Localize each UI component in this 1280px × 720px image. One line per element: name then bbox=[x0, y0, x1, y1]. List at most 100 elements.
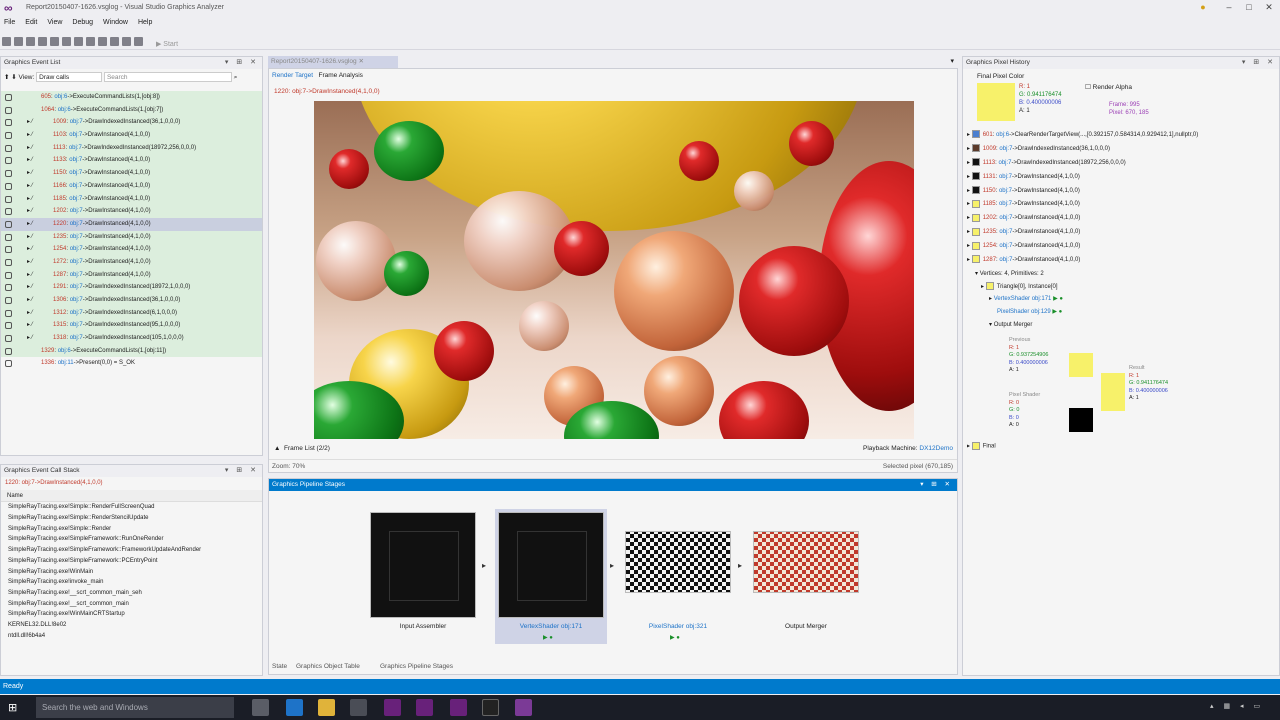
pixel-history-event[interactable]: ▸ 1009: obj:7->DrawIndexedInstanced(36,1… bbox=[967, 143, 1277, 157]
visual-studio-icon[interactable] bbox=[384, 699, 401, 716]
object-link[interactable]: obj:7 bbox=[999, 243, 1012, 249]
expand-icon[interactable]: ▸ ⁄ bbox=[27, 332, 33, 345]
pixel-history-event[interactable]: ▸ 1202: obj:7->DrawInstanced(4,1,0,0) bbox=[967, 212, 1277, 226]
call-stack-frame[interactable]: KERNEL32.DLL!8e02 bbox=[1, 620, 262, 631]
menu-debug[interactable]: Debug bbox=[68, 17, 99, 26]
tab-graphics-object-table[interactable]: Graphics Object Table bbox=[296, 663, 360, 670]
event-row[interactable]: ▸ ⁄ 1306: obj:7->DrawIndexedInstanced(36,… bbox=[1, 294, 262, 307]
tool-icon[interactable] bbox=[14, 37, 23, 46]
event-row[interactable]: ▸ ⁄ 1150: obj:7->DrawInstanced(4,1,0,0) bbox=[1, 167, 262, 180]
object-link[interactable]: obj:7 bbox=[69, 183, 82, 189]
object-link[interactable]: obj:7 bbox=[999, 174, 1012, 180]
tool-icon[interactable] bbox=[86, 37, 95, 46]
expand-icon[interactable]: ▸ ⁄ bbox=[27, 218, 33, 231]
event-row[interactable]: 605: obj:6->ExecuteCommandLists(1,[obj:8… bbox=[1, 91, 262, 104]
event-row[interactable]: ▸ ⁄ 1235: obj:7->DrawInstanced(4,1,0,0) bbox=[1, 230, 262, 244]
call-stack-frame[interactable]: SimpleRayTracing.exe!SimpleFramework::PC… bbox=[1, 556, 262, 567]
redo-icon[interactable] bbox=[134, 37, 143, 46]
undo-icon[interactable] bbox=[122, 37, 131, 46]
object-link[interactable]: obj:6 bbox=[58, 348, 71, 354]
frame-list-toggle[interactable]: ▲ Frame List (2/2) bbox=[274, 445, 330, 452]
object-link[interactable]: obj:7 bbox=[70, 297, 83, 303]
output-merger-row[interactable]: ▾ Output Merger bbox=[967, 319, 1277, 332]
final-row[interactable]: ▸ Final bbox=[967, 442, 996, 450]
tool-icon[interactable] bbox=[38, 37, 47, 46]
object-link[interactable]: obj:7 bbox=[999, 188, 1012, 194]
call-stack-frame[interactable]: SimpleRayTracing.exe!WinMain bbox=[1, 567, 262, 578]
system-tray-icons[interactable]: ▴ ▦ ◂ ▭ bbox=[1210, 702, 1270, 712]
event-row[interactable]: ▸ ⁄ 1220: obj:7->DrawInstanced(4,1,0,0) bbox=[1, 217, 262, 231]
event-row[interactable]: ▸ ⁄ 1254: obj:7->DrawInstanced(4,1,0,0) bbox=[1, 243, 262, 256]
event-row[interactable]: ▸ ⁄ 1133: obj:7->DrawInstanced(4,1,0,0) bbox=[1, 154, 262, 168]
pixel-history-event[interactable]: ▸ 1131: obj:7->DrawInstanced(4,1,0,0) bbox=[967, 171, 1277, 185]
menu-view[interactable]: View bbox=[43, 17, 68, 26]
event-row[interactable]: ▸ ⁄ 1185: obj:7->DrawInstanced(4,1,0,0) bbox=[1, 192, 262, 206]
windows-start-icon[interactable]: ⊞ bbox=[8, 701, 17, 714]
event-row[interactable]: 1064: obj:6->ExecuteCommandLists(1,[obj:… bbox=[1, 103, 262, 117]
render-alpha-checkbox[interactable]: ☐ Render Alpha bbox=[1085, 83, 1132, 91]
object-link[interactable]: obj:6 bbox=[996, 132, 1009, 138]
event-row[interactable]: ▸ ⁄ 1009: obj:7->DrawIndexedInstanced(36,… bbox=[1, 116, 262, 130]
object-link[interactable]: obj:7 bbox=[69, 170, 82, 176]
object-link[interactable]: obj:7 bbox=[70, 246, 83, 252]
event-row[interactable]: ▸ ⁄ 1103: obj:7->DrawInstanced(4,1,0,0) bbox=[1, 129, 262, 142]
object-link[interactable]: obj:7 bbox=[70, 310, 83, 316]
call-stack-frame[interactable]: SimpleRayTracing.exe!WinMainCRTStartup bbox=[1, 609, 262, 620]
play-icon[interactable]: ▶ ● bbox=[1053, 296, 1063, 302]
expand-icon[interactable]: ▸ ⁄ bbox=[27, 243, 33, 256]
stage-pixel-shader[interactable]: PixelShader obj:321 ▶ ● bbox=[622, 509, 734, 644]
tab-state[interactable]: State bbox=[272, 663, 287, 670]
tab-frame-analysis[interactable]: Frame Analysis bbox=[319, 72, 363, 79]
expand-icon[interactable]: ▸ ⁄ bbox=[27, 269, 33, 282]
tool-icon[interactable] bbox=[26, 37, 35, 46]
expand-icon[interactable]: ▸ ⁄ bbox=[27, 281, 33, 294]
expand-icon[interactable]: ▸ ⁄ bbox=[27, 154, 33, 167]
play-icon[interactable]: ▶ ● bbox=[543, 634, 553, 641]
object-link[interactable]: obj:7 bbox=[999, 257, 1012, 263]
tool-icon[interactable] bbox=[110, 37, 119, 46]
expand-icon[interactable]: ▸ ⁄ bbox=[27, 256, 33, 269]
view-dropdown[interactable]: Draw calls bbox=[36, 72, 103, 82]
expand-icon[interactable]: ▸ ⁄ bbox=[27, 129, 33, 142]
triangle-row[interactable]: ▸ Triangle[0], Instance[0] bbox=[967, 281, 1277, 294]
object-link[interactable]: obj:7 bbox=[70, 119, 83, 125]
call-stack-frame[interactable]: SimpleRayTracing.exe!SimpleFramework::Fr… bbox=[1, 545, 262, 556]
pin-icon[interactable]: ▾ ⊞ ✕ bbox=[225, 465, 259, 477]
vertex-shader-row[interactable]: ▸ VertexShader obj:171 ▶ ● bbox=[967, 293, 1277, 306]
stage-output-merger[interactable]: Output Merger bbox=[750, 509, 862, 644]
object-link[interactable]: obj:7 bbox=[70, 259, 83, 265]
expand-icon[interactable]: ▸ ⁄ bbox=[27, 167, 33, 180]
tab-render-target[interactable]: Render Target bbox=[272, 72, 313, 79]
call-stack-frame[interactable]: SimpleRayTracing.exe!Simple::Render bbox=[1, 524, 262, 535]
call-stack-frame[interactable]: ntdll.dll!6b4a4 bbox=[1, 631, 262, 642]
object-link[interactable]: obj:7 bbox=[999, 160, 1012, 166]
expand-icon[interactable]: ▸ ⁄ bbox=[27, 307, 33, 320]
tool-icon[interactable] bbox=[62, 37, 71, 46]
visual-studio-icon[interactable] bbox=[515, 699, 532, 716]
object-link[interactable]: obj:7 bbox=[70, 221, 83, 227]
visual-studio-icon[interactable] bbox=[416, 699, 433, 716]
pixel-history-event[interactable]: ▸ 601: obj:6->ClearRenderTargetView(...,… bbox=[967, 129, 1277, 143]
vertex-shader-link[interactable]: VertexShader obj:171 bbox=[994, 296, 1052, 302]
pixel-history-event[interactable]: ▸ 1235: obj:7->DrawInstanced(4,1,0,0) bbox=[967, 226, 1277, 240]
store-icon[interactable] bbox=[350, 699, 367, 716]
menu-file[interactable]: File bbox=[0, 17, 21, 26]
file-explorer-icon[interactable] bbox=[318, 699, 335, 716]
play-icon[interactable]: ▶ ● bbox=[670, 634, 680, 641]
object-link[interactable]: obj:7 bbox=[999, 201, 1012, 207]
close-button[interactable]: ✕ bbox=[1262, 2, 1276, 14]
stage-vertex-shader[interactable]: VertexShader obj:171 ▶ ● bbox=[495, 509, 607, 644]
call-stack-frame[interactable]: SimpleRayTracing.exe!__scrt_common_main_… bbox=[1, 588, 262, 599]
object-link[interactable]: obj:7 bbox=[70, 234, 83, 240]
pixel-history-event[interactable]: ▸ 1287: obj:7->DrawInstanced(4,1,0,0) bbox=[967, 254, 1277, 268]
event-row[interactable]: ▸ ⁄ 1315: obj:7->DrawIndexedInstanced(95,… bbox=[1, 319, 262, 333]
object-link[interactable]: obj:7 bbox=[69, 196, 82, 202]
menu-window[interactable]: Window bbox=[99, 17, 134, 26]
call-stack-frame[interactable]: SimpleRayTracing.exe!invoke_main bbox=[1, 577, 262, 588]
stage-input-assembler[interactable]: Input Assembler bbox=[367, 509, 479, 644]
task-view-icon[interactable] bbox=[252, 699, 269, 716]
object-link[interactable]: obj:7 bbox=[999, 146, 1012, 152]
call-stack-frame[interactable]: SimpleRayTracing.exe!Simple::RenderStenc… bbox=[1, 513, 262, 524]
minimize-button[interactable]: – bbox=[1222, 2, 1236, 14]
object-link[interactable]: obj:7 bbox=[69, 132, 82, 138]
